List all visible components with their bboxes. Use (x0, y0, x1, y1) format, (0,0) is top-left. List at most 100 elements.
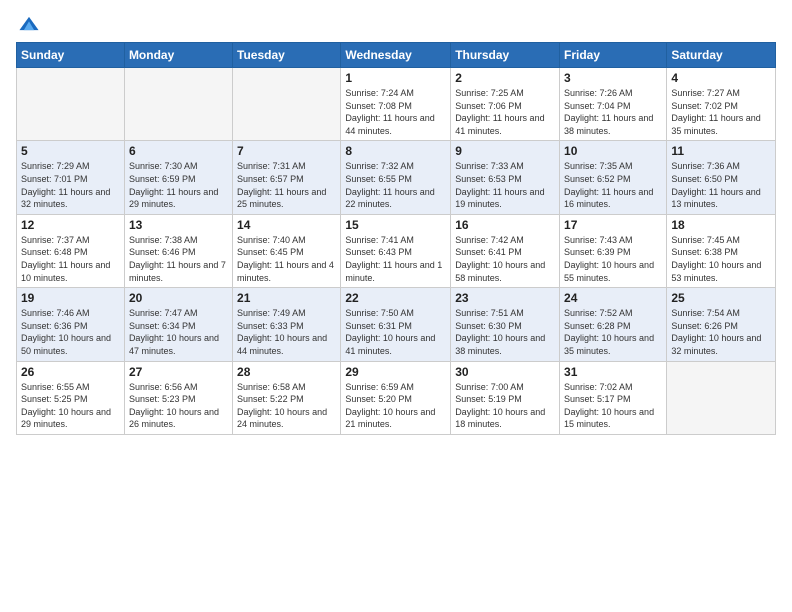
day-number: 3 (564, 71, 662, 85)
day-number: 19 (21, 291, 120, 305)
calendar-cell: 22Sunrise: 7:50 AM Sunset: 6:31 PM Dayli… (341, 288, 451, 361)
weekday-header-wednesday: Wednesday (341, 43, 451, 68)
calendar-cell: 29 Sunrise: 6:59 AM Sunset: 5:20 PM Dayli… (341, 361, 451, 434)
day-info: Sunrise: 7:49 AM Sunset: 6:33 PM Dayligh… (237, 307, 336, 357)
logo-icon (18, 14, 40, 36)
calendar-cell: 9Sunrise: 7:33 AM Sunset: 6:53 PM Daylig… (451, 141, 560, 214)
day-info: Sunrise: 7:41 AM Sunset: 6:43 PM Dayligh… (345, 234, 446, 284)
day-number: 31 (564, 365, 662, 379)
calendar-cell: 28 Sunrise: 6:58 AM Sunset: 5:22 PM Dayli… (233, 361, 341, 434)
day-info: Sunrise: 7:31 AM Sunset: 6:57 PM Dayligh… (237, 160, 336, 210)
day-number: 29 (345, 365, 446, 379)
calendar-cell: 16 Sunrise: 7:42 AM Sunset: 6:41 PM Dayli… (451, 214, 560, 287)
day-info: Sunrise: 6:58 AM Sunset: 5:22 PM Dayligh… (237, 381, 336, 431)
calendar-cell: 8Sunrise: 7:32 AM Sunset: 6:55 PM Daylig… (341, 141, 451, 214)
day-info: Sunrise: 7:00 AM Sunset: 5:19 PM Dayligh… (455, 381, 555, 431)
weekday-header-monday: Monday (124, 43, 232, 68)
calendar-cell: 7 Sunrise: 7:31 AM Sunset: 6:57 PM Daylig… (233, 141, 341, 214)
weekday-header-friday: Friday (560, 43, 667, 68)
day-number: 4 (671, 71, 771, 85)
day-number: 7 (237, 144, 336, 158)
day-info: Sunrise: 7:40 AM Sunset: 6:45 PM Dayligh… (237, 234, 336, 284)
day-number: 14 (237, 218, 336, 232)
day-number: 8 (345, 144, 446, 158)
weekday-header-row: SundayMondayTuesdayWednesdayThursdayFrid… (17, 43, 776, 68)
calendar-cell: 30 Sunrise: 7:00 AM Sunset: 5:19 PM Dayli… (451, 361, 560, 434)
day-info: Sunrise: 7:29 AM Sunset: 7:01 PM Dayligh… (21, 160, 120, 210)
day-info: Sunrise: 7:35 AM Sunset: 6:52 PM Dayligh… (564, 160, 662, 210)
calendar-cell (233, 68, 341, 141)
day-info: Sunrise: 7:54 AM Sunset: 6:26 PM Dayligh… (671, 307, 771, 357)
calendar-cell: 25 Sunrise: 7:54 AM Sunset: 6:26 PM Dayli… (667, 288, 776, 361)
calendar-cell: 19 Sunrise: 7:46 AM Sunset: 6:36 PM Dayli… (17, 288, 125, 361)
day-number: 28 (237, 365, 336, 379)
week-row-5: 26 Sunrise: 6:55 AM Sunset: 5:25 PM Dayli… (17, 361, 776, 434)
day-number: 1 (345, 71, 446, 85)
day-number: 24 (564, 291, 662, 305)
calendar-table: SundayMondayTuesdayWednesdayThursdayFrid… (16, 42, 776, 435)
day-number: 20 (129, 291, 228, 305)
calendar-cell: 12 Sunrise: 7:37 AM Sunset: 6:48 PM Dayli… (17, 214, 125, 287)
day-number: 30 (455, 365, 555, 379)
calendar-cell (17, 68, 125, 141)
day-number: 13 (129, 218, 228, 232)
calendar-cell (124, 68, 232, 141)
day-number: 27 (129, 365, 228, 379)
calendar-cell (667, 361, 776, 434)
day-number: 9 (455, 144, 555, 158)
day-info: Sunrise: 7:24 AM Sunset: 7:08 PM Dayligh… (345, 87, 446, 137)
calendar-cell: 1 Sunrise: 7:24 AM Sunset: 7:08 PM Daylig… (341, 68, 451, 141)
calendar-cell: 11 Sunrise: 7:36 AM Sunset: 6:50 PM Dayli… (667, 141, 776, 214)
day-number: 18 (671, 218, 771, 232)
day-info: Sunrise: 6:55 AM Sunset: 5:25 PM Dayligh… (21, 381, 120, 431)
day-number: 25 (671, 291, 771, 305)
calendar-cell: 27Sunrise: 6:56 AM Sunset: 5:23 PM Dayli… (124, 361, 232, 434)
calendar-cell: 5 Sunrise: 7:29 AM Sunset: 7:01 PM Daylig… (17, 141, 125, 214)
calendar-cell: 24 Sunrise: 7:52 AM Sunset: 6:28 PM Dayli… (560, 288, 667, 361)
weekday-header-tuesday: Tuesday (233, 43, 341, 68)
calendar-cell: 31 Sunrise: 7:02 AM Sunset: 5:17 PM Dayli… (560, 361, 667, 434)
calendar-cell: 10 Sunrise: 7:35 AM Sunset: 6:52 PM Dayli… (560, 141, 667, 214)
day-info: Sunrise: 7:43 AM Sunset: 6:39 PM Dayligh… (564, 234, 662, 284)
day-info: Sunrise: 7:02 AM Sunset: 5:17 PM Dayligh… (564, 381, 662, 431)
calendar-cell: 3 Sunrise: 7:26 AM Sunset: 7:04 PM Daylig… (560, 68, 667, 141)
day-info: Sunrise: 7:26 AM Sunset: 7:04 PM Dayligh… (564, 87, 662, 137)
day-number: 15 (345, 218, 446, 232)
logo (16, 14, 40, 36)
page: SundayMondayTuesdayWednesdayThursdayFrid… (0, 0, 792, 612)
day-info: Sunrise: 7:25 AM Sunset: 7:06 PM Dayligh… (455, 87, 555, 137)
week-row-2: 5 Sunrise: 7:29 AM Sunset: 7:01 PM Daylig… (17, 141, 776, 214)
day-info: Sunrise: 7:47 AM Sunset: 6:34 PM Dayligh… (129, 307, 228, 357)
day-number: 12 (21, 218, 120, 232)
day-number: 5 (21, 144, 120, 158)
calendar-cell: 20 Sunrise: 7:47 AM Sunset: 6:34 PM Dayli… (124, 288, 232, 361)
day-info: Sunrise: 7:52 AM Sunset: 6:28 PM Dayligh… (564, 307, 662, 357)
day-number: 16 (455, 218, 555, 232)
calendar-cell: 21Sunrise: 7:49 AM Sunset: 6:33 PM Dayli… (233, 288, 341, 361)
day-info: Sunrise: 7:37 AM Sunset: 6:48 PM Dayligh… (21, 234, 120, 284)
day-number: 11 (671, 144, 771, 158)
calendar-cell: 23 Sunrise: 7:51 AM Sunset: 6:30 PM Dayli… (451, 288, 560, 361)
weekday-header-saturday: Saturday (667, 43, 776, 68)
calendar-cell: 14 Sunrise: 7:40 AM Sunset: 6:45 PM Dayli… (233, 214, 341, 287)
weekday-header-sunday: Sunday (17, 43, 125, 68)
day-info: Sunrise: 7:46 AM Sunset: 6:36 PM Dayligh… (21, 307, 120, 357)
day-info: Sunrise: 6:59 AM Sunset: 5:20 PM Dayligh… (345, 381, 446, 431)
day-info: Sunrise: 7:27 AM Sunset: 7:02 PM Dayligh… (671, 87, 771, 137)
calendar-cell: 6Sunrise: 7:30 AM Sunset: 6:59 PM Daylig… (124, 141, 232, 214)
week-row-4: 19 Sunrise: 7:46 AM Sunset: 6:36 PM Dayli… (17, 288, 776, 361)
day-info: Sunrise: 7:38 AM Sunset: 6:46 PM Dayligh… (129, 234, 228, 284)
day-number: 6 (129, 144, 228, 158)
calendar-cell: 26 Sunrise: 6:55 AM Sunset: 5:25 PM Dayli… (17, 361, 125, 434)
calendar-cell: 17 Sunrise: 7:43 AM Sunset: 6:39 PM Dayli… (560, 214, 667, 287)
day-number: 23 (455, 291, 555, 305)
week-row-3: 12 Sunrise: 7:37 AM Sunset: 6:48 PM Dayli… (17, 214, 776, 287)
day-number: 26 (21, 365, 120, 379)
day-info: Sunrise: 7:42 AM Sunset: 6:41 PM Dayligh… (455, 234, 555, 284)
day-info: Sunrise: 7:51 AM Sunset: 6:30 PM Dayligh… (455, 307, 555, 357)
day-number: 17 (564, 218, 662, 232)
weekday-header-thursday: Thursday (451, 43, 560, 68)
day-info: Sunrise: 7:36 AM Sunset: 6:50 PM Dayligh… (671, 160, 771, 210)
day-number: 10 (564, 144, 662, 158)
day-info: Sunrise: 7:45 AM Sunset: 6:38 PM Dayligh… (671, 234, 771, 284)
